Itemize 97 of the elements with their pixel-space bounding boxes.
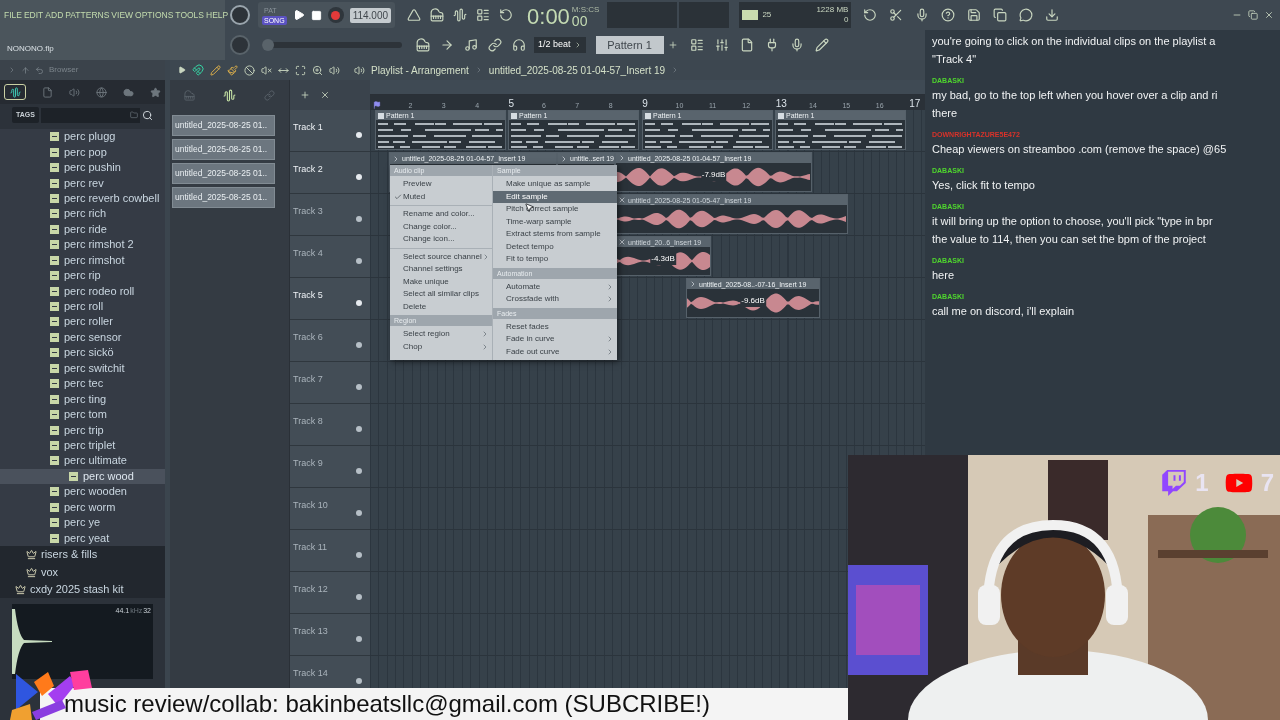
browser-item[interactable]: perc rimshot 2 xyxy=(0,237,165,253)
track-name[interactable]: Track 2 xyxy=(293,164,323,174)
cpu-reading: 25 xyxy=(762,9,772,21)
track-name[interactable]: Track 10 xyxy=(293,500,328,510)
bar-number: 5 xyxy=(508,99,515,109)
track-name[interactable]: Track 5 xyxy=(293,290,323,300)
browser-item[interactable]: perc tec xyxy=(0,376,165,392)
chat-message-line: here xyxy=(932,268,956,283)
browser-item[interactable]: perc ultimate xyxy=(0,453,165,469)
clip-source-item[interactable]: untitled_2025-08-25 01.. xyxy=(172,187,275,208)
menu-bar-item[interactable]: PATTERNS xyxy=(65,8,110,22)
menu-item[interactable]: Preview xyxy=(390,178,492,191)
browser-item[interactable]: perc rich xyxy=(0,206,165,222)
browser-item[interactable]: perc sickö xyxy=(0,345,165,361)
menu-bar-item[interactable]: TOOLS xyxy=(175,8,205,22)
track-name[interactable]: Track 1 xyxy=(293,122,323,132)
track-name[interactable]: Track 4 xyxy=(293,248,323,258)
menu-item[interactable]: Muted xyxy=(390,190,492,203)
chat-message-line: my bad, go to the top left when you hover over a clip and ri xyxy=(932,88,1219,103)
browser-item[interactable]: perc wooden xyxy=(0,484,165,500)
clip-source-item[interactable]: untitled_2025-08-25 01.. xyxy=(172,115,275,136)
browser-item[interactable]: perc trip xyxy=(0,422,165,438)
browser-item[interactable]: perc pop xyxy=(0,144,165,160)
menu-item[interactable]: Fade in curve xyxy=(493,333,617,346)
gain-label: -9.6dB xyxy=(740,295,766,307)
browser-item[interactable]: perc plugg xyxy=(0,129,165,145)
menu-item[interactable]: Time-warp sample xyxy=(493,215,617,228)
menu-item[interactable]: Select all similar clips xyxy=(390,288,492,301)
time-format-label: M:S:CS xyxy=(571,6,600,14)
bar-number: 13 xyxy=(775,99,787,109)
viewer-count: 7 xyxy=(1260,471,1274,495)
menu-item[interactable]: Change icon... xyxy=(390,233,492,246)
browser-item[interactable]: perc ting xyxy=(0,391,165,407)
viewer-count: 1 xyxy=(1195,471,1209,495)
track-name[interactable]: Track 12 xyxy=(293,584,328,594)
menu-item[interactable]: Channel settings xyxy=(390,263,492,276)
chat-message-line: "Track 4" xyxy=(932,52,978,67)
menu-item[interactable]: Select source channel xyxy=(390,250,492,263)
clip-source-item[interactable]: untitled_2025-08-25 01.. xyxy=(172,139,275,160)
pattern-selector[interactable]: Pattern 1 xyxy=(595,36,664,54)
track-name[interactable]: Track 7 xyxy=(293,374,323,384)
tempo-field[interactable]: 114.000 xyxy=(349,7,392,23)
menu-item[interactable]: Extract stems from sample xyxy=(493,228,617,241)
chat-message-line: there xyxy=(932,106,959,121)
gain-label: -7.9dB xyxy=(700,169,727,181)
menu-bar-item[interactable]: HELP xyxy=(206,8,229,22)
chat-message-line: the value to 114, then you can set the bpm of the project xyxy=(932,232,1207,247)
browser-folder[interactable]: vox xyxy=(0,563,165,581)
bar-number: 9 xyxy=(642,99,648,109)
track-name[interactable]: Track 9 xyxy=(293,458,323,468)
menu-item[interactable]: Detect tempo xyxy=(493,240,617,253)
project-name: NONONO.flp xyxy=(7,44,54,53)
menu-item[interactable]: Delete xyxy=(390,300,492,313)
track-name[interactable]: Track 6 xyxy=(293,332,323,342)
track-name[interactable]: Track 14 xyxy=(293,668,328,678)
chat-message-line: call me on discord, i'll explain xyxy=(932,304,1076,319)
menu-bar-item[interactable]: ADD xyxy=(45,8,64,22)
time-display: 0:00 xyxy=(527,6,570,28)
menu-item[interactable]: Fit to tempo xyxy=(493,253,617,266)
snap-selector[interactable]: 1/2 beat xyxy=(534,37,586,53)
browser-title: Browser xyxy=(49,64,79,76)
menu-item[interactable]: Change color... xyxy=(390,220,492,233)
chat-message-line: Yes, click fit to tempo xyxy=(932,178,1036,193)
menu-item[interactable]: Crossfade with xyxy=(493,293,617,306)
breadcrumb[interactable]: untitled_2025-08-25 01-04-57_Insert 19 xyxy=(488,62,666,78)
menu-bar-item[interactable]: OPTIONS xyxy=(135,8,174,22)
menu-bar-item[interactable]: FILE xyxy=(4,8,22,22)
chat-message-line: you're going to click on the individual clips on the playlist a xyxy=(932,34,1217,49)
menu-bar-item[interactable]: VIEW xyxy=(111,8,134,22)
bar-number: 17 xyxy=(909,99,921,109)
chat-message-line: it will bring up the option to choose, you'll pick "type in bpr xyxy=(932,214,1214,229)
browser-item[interactable]: perc yeat xyxy=(0,530,165,546)
menu-item[interactable]: Make unique xyxy=(390,275,492,288)
menu-item[interactable]: Chop xyxy=(390,340,492,353)
browser-item[interactable]: perc rodeo roll xyxy=(0,283,165,299)
menu-item[interactable]: Rename and color... xyxy=(390,208,492,221)
time-centiseconds: 00 xyxy=(571,14,588,28)
track-name[interactable]: Track 8 xyxy=(293,416,323,426)
menu-item[interactable]: Reset fades xyxy=(493,320,617,333)
memory-reading: 1228 MB xyxy=(816,5,849,15)
banner-text: music review/collab: bakinbeatsllc@gmail.com (SUBCRIBE!) xyxy=(64,692,710,716)
menu-item[interactable]: Edit sample xyxy=(493,190,617,203)
chat-message-line: Cheap viewers on streamboo .com (remove the space) @65 xyxy=(932,142,1228,157)
browser-item[interactable]: perc roller xyxy=(0,314,165,330)
polyphony-reading: 0 xyxy=(843,15,849,25)
clip-source-item[interactable]: untitled_2025-08-25 01.. xyxy=(172,163,275,184)
playlist-title: Playlist - Arrangement xyxy=(371,63,469,78)
menu-item[interactable]: Select region xyxy=(390,328,492,341)
menu-item[interactable]: Fade out curve xyxy=(493,345,617,358)
menu-item[interactable]: Make unique as sample xyxy=(493,178,617,191)
track-name[interactable]: Track 3 xyxy=(293,206,323,216)
menu-item[interactable]: Automate xyxy=(493,280,617,293)
browser-item[interactable]: perc rev xyxy=(0,175,165,191)
track-name[interactable]: Track 11 xyxy=(293,542,327,552)
track-name[interactable]: Track 13 xyxy=(293,626,328,636)
gain-label: -4.3dB xyxy=(650,253,676,265)
menu-bar-item[interactable]: EDIT xyxy=(23,8,44,22)
